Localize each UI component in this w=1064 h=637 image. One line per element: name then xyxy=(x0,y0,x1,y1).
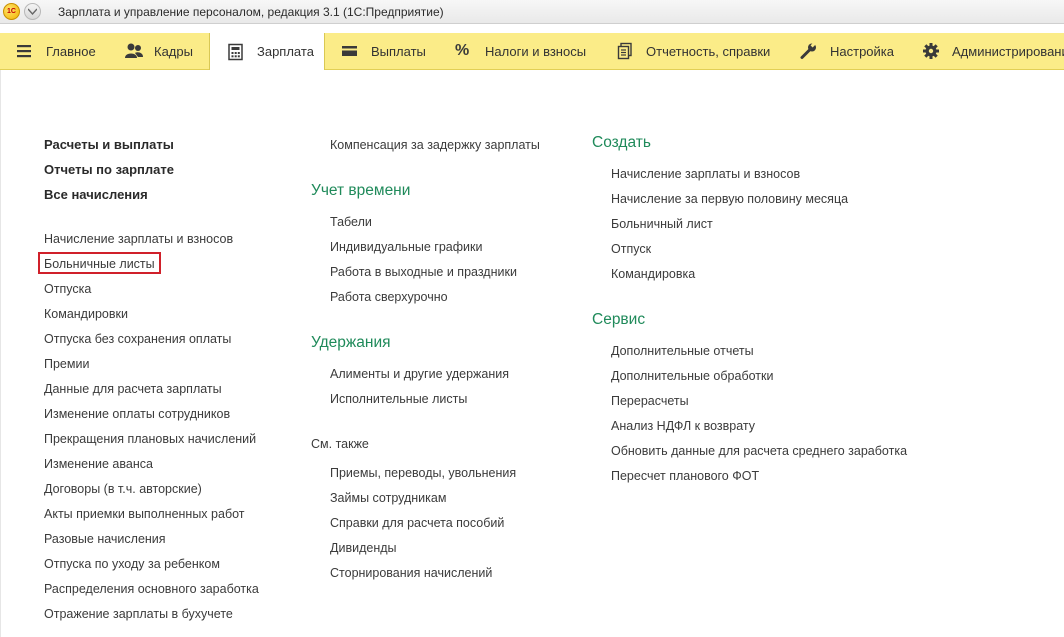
nav-link[interactable]: Распределения основного заработка xyxy=(44,581,259,597)
nav-link[interactable]: Индивидуальные графики xyxy=(330,239,482,255)
nav-link[interactable]: Премии xyxy=(44,356,89,372)
nav-link[interactable]: Отпуска xyxy=(44,281,91,297)
nav-link[interactable]: Отражение зарплаты в бухучете xyxy=(44,606,233,622)
nav-link[interactable]: Отпуска по уходу за ребенком xyxy=(44,556,220,572)
service-link[interactable]: Дополнительные обработки xyxy=(611,368,773,384)
create-link[interactable]: Командировка xyxy=(611,266,695,282)
group-title-time: Учет времени xyxy=(311,182,411,199)
create-link[interactable]: Начисление зарплаты и взносов xyxy=(611,166,800,182)
tab-main[interactable]: Главное xyxy=(16,33,96,69)
highlight-frame xyxy=(38,252,161,274)
nav-link[interactable]: Данные для расчета зарплаты xyxy=(44,381,222,397)
tab-label: Отчетность, справки xyxy=(646,43,771,59)
nav-link[interactable]: Отпуска без сохранения оплаты xyxy=(44,331,231,347)
window-title: Зарплата и управление персоналом, редакц… xyxy=(58,5,444,19)
content-area xyxy=(0,70,1064,637)
nav-link[interactable]: Приемы, переводы, увольнения xyxy=(330,465,516,481)
important-link-salary-reports[interactable]: Отчеты по зарплате xyxy=(44,162,174,178)
nav-link[interactable]: Исполнительные листы xyxy=(330,391,467,407)
group-title-service: Сервис xyxy=(592,311,646,328)
people-icon xyxy=(124,42,143,60)
nav-link[interactable]: Разовые начисления xyxy=(44,531,166,547)
nav-link[interactable]: Работа в выходные и праздники xyxy=(330,264,517,280)
nav-link[interactable]: Займы сотрудникам xyxy=(330,490,446,506)
important-link-all-accruals[interactable]: Все начисления xyxy=(44,187,148,203)
tab-label: Выплаты xyxy=(371,43,426,59)
calculator-icon xyxy=(227,43,245,61)
tab-label: Кадры xyxy=(154,43,193,59)
wallet-icon xyxy=(341,42,359,60)
nav-link[interactable]: Компенсация за задержку зарплаты xyxy=(330,137,540,153)
nav-link[interactable]: Алименты и другие удержания xyxy=(330,366,509,382)
tab-taxes[interactable]: % Налоги и взносы xyxy=(455,33,586,69)
nav-link[interactable]: Начисление зарплаты и взносов xyxy=(44,231,233,247)
nav-link[interactable]: Акты приемки выполненных работ xyxy=(44,506,245,522)
service-link[interactable]: Перерасчеты xyxy=(611,393,689,409)
tab-payments[interactable]: Выплаты xyxy=(341,33,426,69)
nav-link[interactable]: Работа сверхурочно xyxy=(330,289,448,305)
menu-icon xyxy=(16,42,34,60)
create-link[interactable]: Больничный лист xyxy=(611,216,713,232)
nav-link[interactable]: Табели xyxy=(330,214,372,230)
tab-reports[interactable]: Отчетность, справки xyxy=(616,33,770,69)
toolbar-gap xyxy=(0,24,1064,33)
nav-link[interactable]: Изменение аванса xyxy=(44,456,153,472)
wrench-icon xyxy=(800,42,818,60)
tab-settings[interactable]: Настройка xyxy=(800,33,894,69)
main-menu-button[interactable] xyxy=(24,3,41,20)
nav-link[interactable]: Прекращения плановых начислений xyxy=(44,431,256,447)
section-panel: Главное Кадры Зарплата Выплаты % Налоги … xyxy=(0,33,1064,70)
see-also-title: См. также xyxy=(311,437,369,451)
tab-label: Главное xyxy=(46,43,96,59)
nav-link[interactable]: Сторнирования начислений xyxy=(330,565,492,581)
nav-link[interactable]: Договоры (в т.ч. авторские) xyxy=(44,481,202,497)
tab-personnel[interactable]: Кадры xyxy=(124,33,193,69)
title-bar: 1С Зарплата и управление персоналом, ред… xyxy=(0,0,1064,24)
service-link[interactable]: Анализ НДФЛ к возврату xyxy=(611,418,755,434)
service-link[interactable]: Дополнительные отчеты xyxy=(611,343,754,359)
tab-administration[interactable]: Администрирование xyxy=(922,33,1064,69)
service-link[interactable]: Пересчет планового ФОТ xyxy=(611,468,759,484)
group-title-create: Создать xyxy=(592,134,651,151)
nav-link[interactable]: Изменение оплаты сотрудников xyxy=(44,406,230,422)
tab-label: Налоги и взносы xyxy=(485,43,587,59)
nav-link[interactable]: Справки для расчета пособий xyxy=(330,515,504,531)
nav-link[interactable]: Дивиденды xyxy=(330,540,397,556)
nav-link[interactable]: Командировки xyxy=(44,306,128,322)
group-title-deductions: Удержания xyxy=(311,334,391,351)
important-link-calculations[interactable]: Расчеты и выплаты xyxy=(44,137,174,153)
tab-label: Администрирование xyxy=(952,43,1064,59)
reports-icon xyxy=(616,42,634,60)
app-logo-icon[interactable]: 1С xyxy=(3,3,20,20)
percent-icon: % xyxy=(455,42,470,59)
create-link[interactable]: Начисление за первую половину месяца xyxy=(611,191,848,207)
tab-label: Зарплата xyxy=(257,44,314,59)
chevron-down-icon xyxy=(28,8,37,15)
tab-salary[interactable]: Зарплата xyxy=(209,33,325,70)
create-link[interactable]: Отпуск xyxy=(611,241,651,257)
tab-label: Настройка xyxy=(830,43,894,59)
gear-icon xyxy=(922,42,940,60)
service-link[interactable]: Обновить данные для расчета среднего зар… xyxy=(611,443,907,459)
